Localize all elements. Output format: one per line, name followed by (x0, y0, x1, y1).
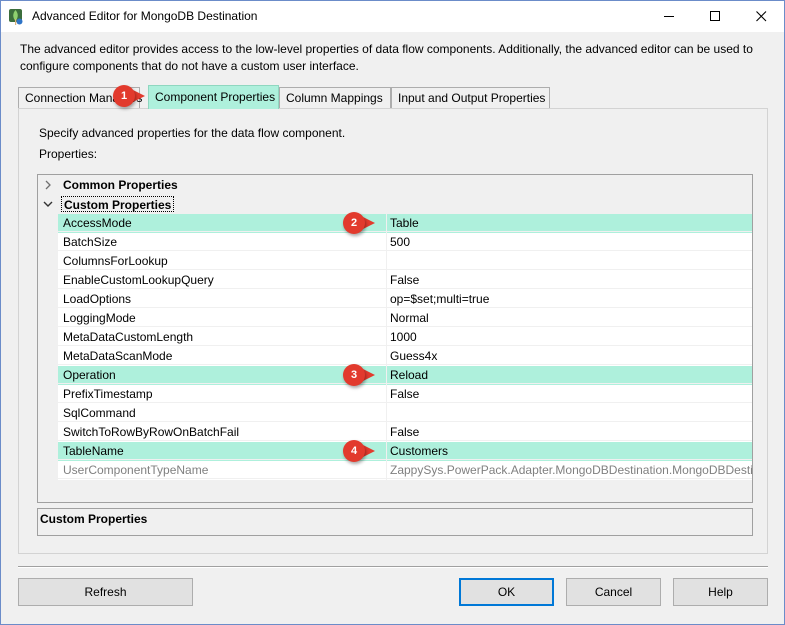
property-value[interactable]: False (387, 423, 752, 441)
property-name: EnableCustomLookupQuery (58, 271, 386, 289)
step-badge-3: 3 (343, 364, 365, 386)
cancel-button[interactable]: Cancel (566, 578, 661, 606)
tab-input-output-properties[interactable]: Input and Output Properties (391, 87, 550, 108)
refresh-button[interactable]: Refresh (18, 578, 193, 606)
property-value[interactable]: Table (387, 214, 752, 232)
category-label: Common Properties (63, 178, 178, 192)
tab-label: Component Properties (155, 90, 276, 104)
property-row-load-options[interactable]: LoadOptions op=$set;multi=true (58, 290, 752, 309)
property-name: SwitchToRowByRowOnBatchFail (58, 423, 386, 441)
property-name: SqlCommand (58, 404, 386, 422)
panel-description: Specify advanced properties for the data… (39, 126, 346, 140)
chevron-down-icon[interactable] (41, 197, 55, 211)
property-row-operation[interactable]: Operation Reload (58, 366, 752, 385)
property-name: BatchSize (58, 233, 386, 251)
step-badge-4: 4 (343, 440, 365, 462)
minimize-button[interactable] (646, 1, 692, 32)
category-label: Custom Properties (61, 196, 175, 212)
property-value[interactable]: Reload (387, 366, 752, 384)
ok-button[interactable]: OK (459, 578, 554, 606)
property-row-switch-to-row-by-row[interactable]: SwitchToRowByRowOnBatchFail False (58, 423, 752, 442)
property-row-user-component-type-name[interactable]: UserComponentTypeName ZappySys.PowerPack… (58, 461, 752, 480)
title-bar: Advanced Editor for MongoDB Destination (1, 1, 784, 32)
property-row-access-mode[interactable]: AccessMode Table (58, 214, 752, 233)
help-box-title: Custom Properties (40, 512, 148, 526)
property-row-batch-size[interactable]: BatchSize 500 (58, 233, 752, 252)
property-value[interactable]: 500 (387, 233, 752, 251)
property-name: ColumnsForLookup (58, 252, 386, 270)
property-value[interactable]: 1000 (387, 328, 752, 346)
property-name: MetaDataScanMode (58, 347, 386, 365)
advanced-editor-window: Advanced Editor for MongoDB Destination … (0, 0, 785, 625)
property-row-table-name[interactable]: TableName Customers (58, 442, 752, 461)
editor-description: The advanced editor provides access to t… (20, 42, 753, 73)
maximize-icon (709, 11, 720, 21)
property-row-logging-mode[interactable]: LoggingMode Normal (58, 309, 752, 328)
property-value[interactable]: op=$set;multi=true (387, 290, 752, 308)
property-name: AccessMode (58, 214, 386, 232)
tab-label: Column Mappings (286, 91, 383, 105)
tab-label: Input and Output Properties (398, 91, 546, 105)
property-name: TableName (58, 442, 386, 460)
step-badge-2: 2 (343, 212, 365, 234)
help-button[interactable]: Help (673, 578, 768, 606)
footer-divider-highlight (18, 567, 768, 568)
property-value[interactable]: Guess4x (387, 347, 752, 365)
property-name: PrefixTimestamp (58, 385, 386, 403)
property-name: Operation (58, 366, 386, 384)
property-value[interactable]: Customers (387, 442, 752, 460)
minimize-icon (663, 16, 674, 17)
property-row-metadata-custom-length[interactable]: MetaDataCustomLength 1000 (58, 328, 752, 347)
step-badge-1: 1 (113, 85, 135, 107)
close-button[interactable] (738, 1, 784, 32)
component-properties-panel: Specify advanced properties for the data… (18, 108, 768, 554)
properties-label: Properties: (39, 147, 98, 161)
property-row-enable-custom-lookup-query[interactable]: EnableCustomLookupQuery False (58, 271, 752, 290)
window-title: Advanced Editor for MongoDB Destination (32, 9, 258, 23)
property-grid: Common Properties Custom Properties Acce… (37, 174, 753, 503)
property-value[interactable]: Normal (387, 309, 752, 327)
property-row-columns-for-lookup[interactable]: ColumnsForLookup (58, 252, 752, 271)
property-value: ZappySys.PowerPack.Adapter.MongoDBDestin… (387, 461, 752, 479)
property-value[interactable]: False (387, 271, 752, 289)
property-value[interactable] (387, 252, 752, 270)
property-name: UserComponentTypeName (58, 461, 386, 479)
property-value[interactable]: False (387, 385, 752, 403)
property-help-box: Custom Properties (37, 508, 753, 536)
tab-component-properties[interactable]: Component Properties (148, 85, 279, 109)
property-name: LoadOptions (58, 290, 386, 308)
maximize-button[interactable] (692, 1, 738, 32)
mongodb-leaf-icon (9, 9, 23, 25)
property-value[interactable] (387, 404, 752, 422)
property-name: LoggingMode (58, 309, 386, 327)
property-row-sql-command[interactable]: SqlCommand (58, 404, 752, 423)
category-custom-properties[interactable]: Custom Properties (38, 195, 752, 214)
chevron-right-icon[interactable] (41, 178, 55, 192)
property-row-prefix-timestamp[interactable]: PrefixTimestamp False (58, 385, 752, 404)
tab-column-mappings[interactable]: Column Mappings (279, 87, 391, 108)
category-common-properties[interactable]: Common Properties (38, 176, 752, 195)
property-row-metadata-scan-mode[interactable]: MetaDataScanMode Guess4x (58, 347, 752, 366)
property-name: MetaDataCustomLength (58, 328, 386, 346)
close-icon (755, 11, 766, 22)
